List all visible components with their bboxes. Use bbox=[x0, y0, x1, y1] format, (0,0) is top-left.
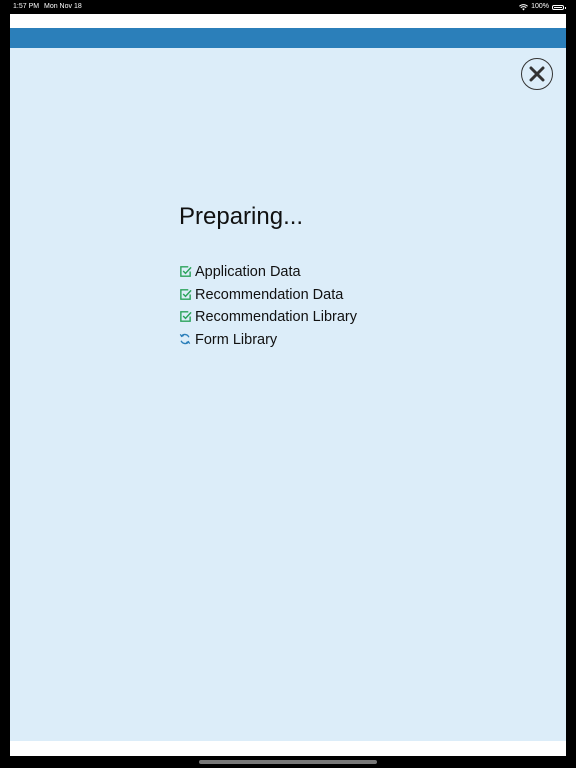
list-item: Application Data bbox=[179, 261, 357, 284]
item-label: Form Library bbox=[195, 331, 278, 348]
item-label: Application Data bbox=[195, 264, 301, 281]
bottom-safe-area bbox=[10, 741, 566, 756]
status-indicators: 100% bbox=[519, 0, 566, 14]
battery-percent: 100% bbox=[531, 3, 549, 10]
battery-level bbox=[554, 6, 562, 8]
item-label: Recommendation Data bbox=[195, 286, 344, 303]
status-time: 1:57 PM bbox=[13, 3, 40, 10]
wifi-icon bbox=[519, 3, 529, 10]
home-indicator[interactable] bbox=[199, 760, 377, 764]
status-bar: 1:57 PM Mon Nov 18 100% bbox=[0, 0, 576, 14]
preparing-panel: Preparing... Application Data Recommenda… bbox=[10, 48, 566, 741]
list-item: Form Library bbox=[179, 329, 357, 352]
battery-icon bbox=[552, 4, 566, 10]
item-label: Recommendation Library bbox=[195, 309, 357, 326]
close-icon bbox=[529, 66, 545, 82]
status-date: Mon Nov 18 bbox=[44, 3, 82, 10]
list-item: Recommendation Data bbox=[179, 284, 357, 307]
app-screen: Preparing... Application Data Recommenda… bbox=[10, 14, 566, 756]
header-bar bbox=[10, 28, 566, 48]
progress-list: Application Data Recommendation Data Rec… bbox=[179, 261, 357, 351]
checkbox-checked-icon bbox=[179, 310, 193, 324]
sync-icon bbox=[179, 333, 193, 347]
checkbox-checked-icon bbox=[179, 265, 193, 279]
close-button[interactable] bbox=[521, 58, 553, 90]
checkbox-checked-icon bbox=[179, 288, 193, 302]
top-safe-area bbox=[10, 14, 566, 28]
list-item: Recommendation Library bbox=[179, 306, 357, 329]
page-title: Preparing... bbox=[179, 203, 304, 230]
